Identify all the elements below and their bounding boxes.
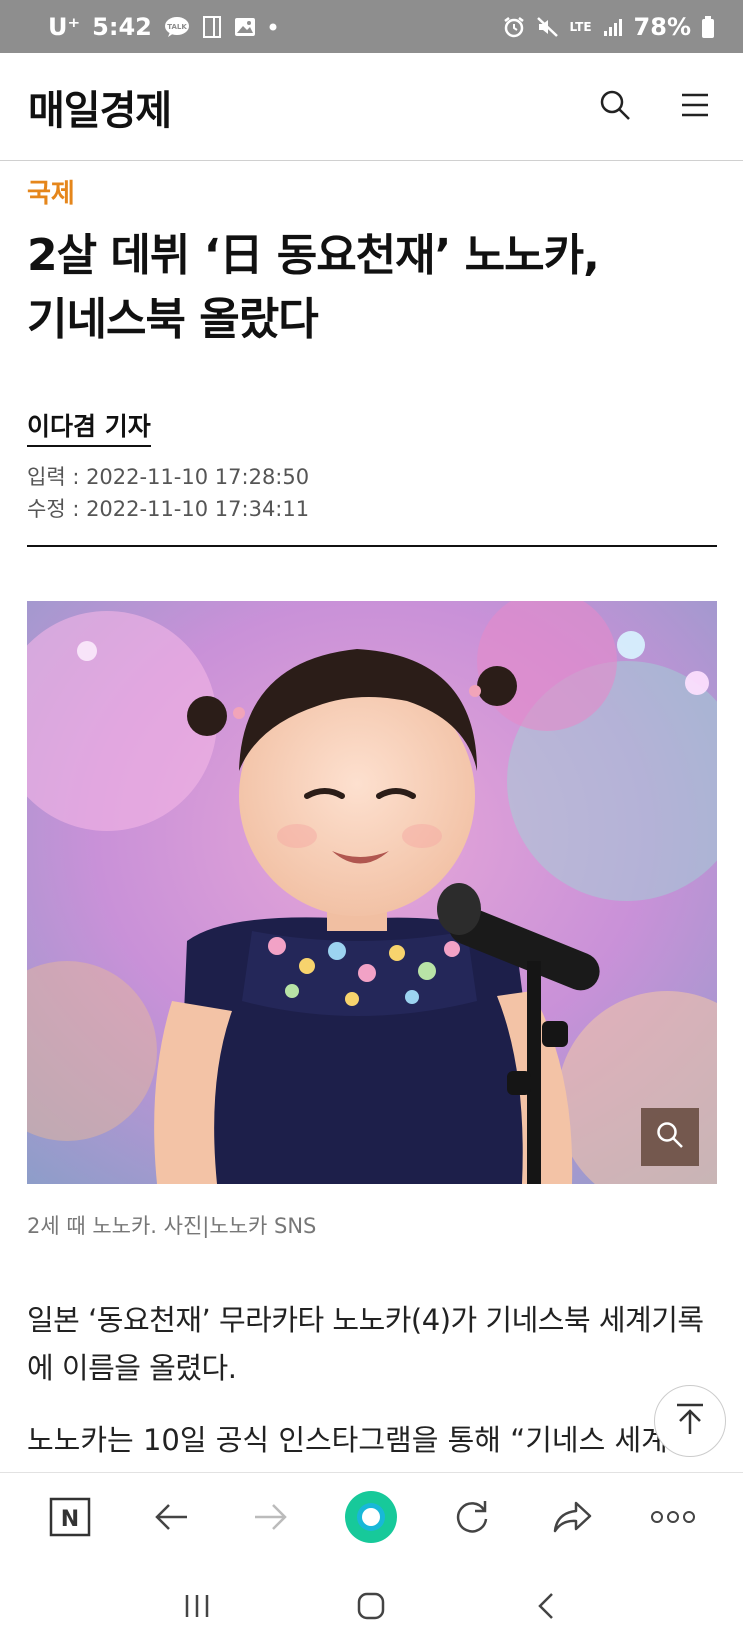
naver-button[interactable]: N <box>42 1491 98 1547</box>
article-dates: 입력 : 2022-11-10 17:28:50 수정 : 2022-11-10… <box>27 461 717 525</box>
photo-zoom-button[interactable] <box>641 1108 699 1166</box>
svg-text:TALK: TALK <box>167 23 187 31</box>
signal-icon <box>602 16 624 38</box>
more-icon <box>650 1509 696 1529</box>
time-label: 5:42 <box>92 12 152 41</box>
more-button[interactable] <box>645 1491 701 1547</box>
talk-notification-icon: TALK <box>164 16 190 38</box>
naver-n-icon: N <box>49 1497 91 1541</box>
mute-icon <box>536 15 560 39</box>
edit-date: 수정 : 2022-11-10 17:34:11 <box>27 497 310 521</box>
site-header: 매일경제 <box>0 53 743 161</box>
system-nav-bar <box>0 1564 743 1651</box>
photo-illustration <box>27 601 717 1184</box>
back-button[interactable] <box>143 1491 199 1547</box>
header-divider <box>27 545 717 547</box>
site-logo[interactable]: 매일경제 <box>28 78 172 136</box>
article: 국제 2살 데뷔 ‘日 동요천재’ 노노카, 기네스북 올랐다 이다겸 기자 입… <box>27 161 717 1456</box>
refresh-icon <box>453 1498 491 1540</box>
article-photo[interactable] <box>27 601 717 1184</box>
headline-line-2: 기네스북 올랐다 <box>27 294 319 345</box>
share-icon <box>552 1500 592 1538</box>
menu-icon <box>680 92 710 122</box>
home-circle-button[interactable] <box>343 1490 399 1548</box>
carrier-label: U⁺ <box>48 12 81 41</box>
back-icon <box>536 1591 556 1625</box>
recent-apps-button[interactable] <box>167 1578 227 1638</box>
alarm-icon <box>502 15 526 39</box>
scroll-to-top-button[interactable] <box>654 1385 726 1457</box>
headline: 2살 데뷔 ‘日 동요천재’ 노노카, 기네스북 올랐다 <box>27 224 717 352</box>
reporter-byline[interactable]: 이다겸 기자 <box>27 407 151 447</box>
battery-label: 78% <box>633 12 691 41</box>
arrow-up-icon <box>675 1402 705 1440</box>
forward-button[interactable] <box>243 1491 299 1547</box>
back-arrow-icon <box>153 1502 189 1536</box>
zoom-search-icon <box>655 1120 685 1154</box>
network-label: LTE <box>569 19 592 34</box>
status-bar: U⁺ 5:42 TALK LTE 78% <box>0 0 743 53</box>
gallery-notification-icon <box>234 17 256 37</box>
section-label[interactable]: 국제 <box>27 173 717 210</box>
headline-line-1: 2살 데뷔 ‘日 동요천재’ 노노카, <box>27 230 600 281</box>
status-right: LTE 78% <box>502 13 716 41</box>
input-date: 입력 : 2022-11-10 17:28:50 <box>27 465 310 489</box>
photo-caption: 2세 때 노노카. 사진|노노카 SNS <box>27 1214 317 1238</box>
article-paragraph-partial: 노노카는 10일 공식 인스타그램을 통해 “기네스 세계기 <box>27 1423 695 1456</box>
home-circle-icon <box>344 1490 398 1548</box>
more-notifications-dot-icon <box>268 22 278 32</box>
header-icons <box>595 87 715 127</box>
refresh-button[interactable] <box>444 1491 500 1547</box>
status-left: U⁺ 5:42 TALK <box>48 13 278 41</box>
app-notification-icon <box>202 15 222 39</box>
browser-toolbar: N <box>0 1472 743 1564</box>
svg-text:N: N <box>61 1507 79 1532</box>
forward-arrow-icon <box>253 1502 289 1536</box>
search-button[interactable] <box>595 87 635 127</box>
system-back-button[interactable] <box>516 1578 576 1638</box>
battery-icon <box>701 15 715 39</box>
share-button[interactable] <box>544 1491 600 1547</box>
menu-button[interactable] <box>675 87 715 127</box>
search-icon <box>598 88 632 126</box>
home-button[interactable] <box>341 1578 401 1638</box>
home-icon <box>356 1591 386 1625</box>
article-paragraph: 일본 ‘동요천재’ 무라카타 노노카(4)가 기네스북 세계기록에 이름을 올렸… <box>27 1303 704 1385</box>
recent-apps-icon <box>182 1592 212 1624</box>
